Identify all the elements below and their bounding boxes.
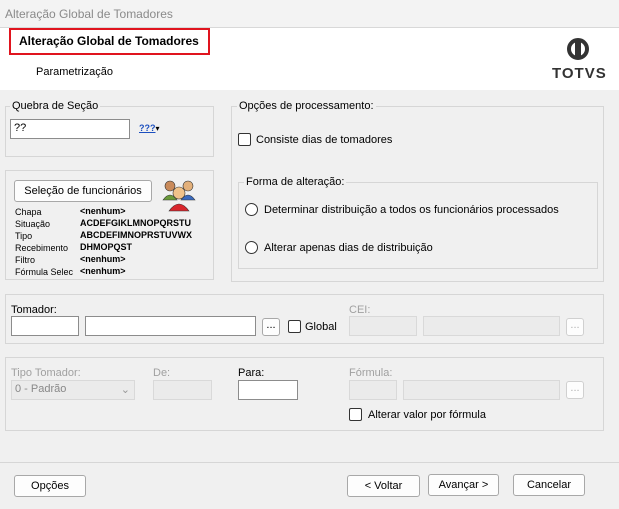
global-label: Global [305, 321, 337, 333]
avancar-button[interactable]: Avançar > [428, 474, 499, 496]
page-title: Alteração Global de Tomadores [19, 34, 199, 48]
cancelar-button[interactable]: Cancelar [513, 474, 585, 496]
window-title: Alteração Global de Tomadores [5, 7, 173, 21]
voltar-button[interactable]: < Voltar [347, 475, 420, 497]
footer-divider [0, 462, 619, 463]
global-checkbox[interactable] [288, 320, 301, 333]
formula-label: Fórmula: [349, 367, 393, 379]
quebra-dropdown-button[interactable]: ???▾ [139, 122, 163, 136]
radio-alterar-dias-label: Alterar apenas dias de distribuição [264, 242, 433, 254]
de-input[interactable] [153, 380, 212, 400]
info-row: Situação ACDEFGIKLMNOPQRSTU [15, 218, 191, 229]
totvs-logo: TOTVS [552, 38, 607, 84]
radio-alterar-dias[interactable] [245, 241, 258, 254]
tipo-tomador-value: 0 - Padrão [15, 383, 67, 395]
alterar-formula-label: Alterar valor por fórmula [368, 409, 486, 421]
tomador-lookup-button[interactable]: ... [262, 318, 280, 336]
tomador-name-input[interactable] [85, 316, 256, 336]
info-row: Tipo ABCDEFIMNOPRSTUVWX [15, 230, 192, 241]
forma-legend: Forma de alteração: [244, 176, 347, 188]
opcoes-button[interactable]: Opções [14, 475, 86, 497]
selecao-info: Chapa <nenhum> Situação ACDEFGIKLMNOPQRSTU… [15, 206, 214, 278]
quebra-dropdown-label: ??? [139, 123, 156, 133]
para-label: Para: [238, 367, 265, 379]
cei-name-input[interactable] [423, 316, 560, 336]
radio-determinar-label: Determinar distribuição a todos os funci… [264, 204, 559, 216]
quebra-input[interactable]: ?? [10, 119, 130, 139]
tomador-label: Tomador: [11, 304, 57, 316]
consiste-checkbox[interactable] [238, 133, 251, 146]
tipo-tomador-select[interactable]: 0 - Padrão ⌄ [11, 380, 135, 400]
formula-name-input[interactable] [403, 380, 560, 400]
de-label: De: [153, 367, 171, 379]
title-bar: Alteração Global de Tomadores [0, 0, 619, 28]
selecao-funcionarios-button[interactable]: Seleção de funcionários [14, 180, 152, 202]
para-input[interactable] [238, 380, 298, 400]
chevron-down-icon: ▾ [155, 124, 160, 133]
info-row: Chapa <nenhum> [15, 206, 126, 217]
info-row: Filtro <nenhum> [15, 254, 126, 265]
logo-text: TOTVS [552, 65, 607, 82]
cei-code-input[interactable] [349, 316, 417, 336]
quebra-legend: Quebra de Seção [10, 100, 101, 112]
formula-code-input[interactable] [349, 380, 397, 400]
info-row: Recebimento DHMOPQST [15, 242, 133, 253]
forma-group [238, 182, 598, 269]
consiste-label: Consiste dias de tomadores [256, 134, 393, 146]
radio-determinar[interactable] [245, 203, 258, 216]
opcoes-legend: Opções de processamento: [237, 100, 376, 112]
formula-lookup-button[interactable]: ... [566, 381, 584, 399]
cei-label: CEI: [349, 304, 371, 316]
info-row: Fórmula Selec <nenhum> [15, 266, 126, 277]
alterar-formula-checkbox[interactable] [349, 408, 362, 421]
page-subtitle: Parametrização [36, 66, 114, 78]
cei-lookup-button[interactable]: ... [566, 318, 584, 336]
tomador-code-input[interactable] [11, 316, 79, 336]
tipo-tomador-label: Tipo Tomador: [11, 367, 81, 379]
chevron-down-icon: ⌄ [120, 384, 130, 396]
